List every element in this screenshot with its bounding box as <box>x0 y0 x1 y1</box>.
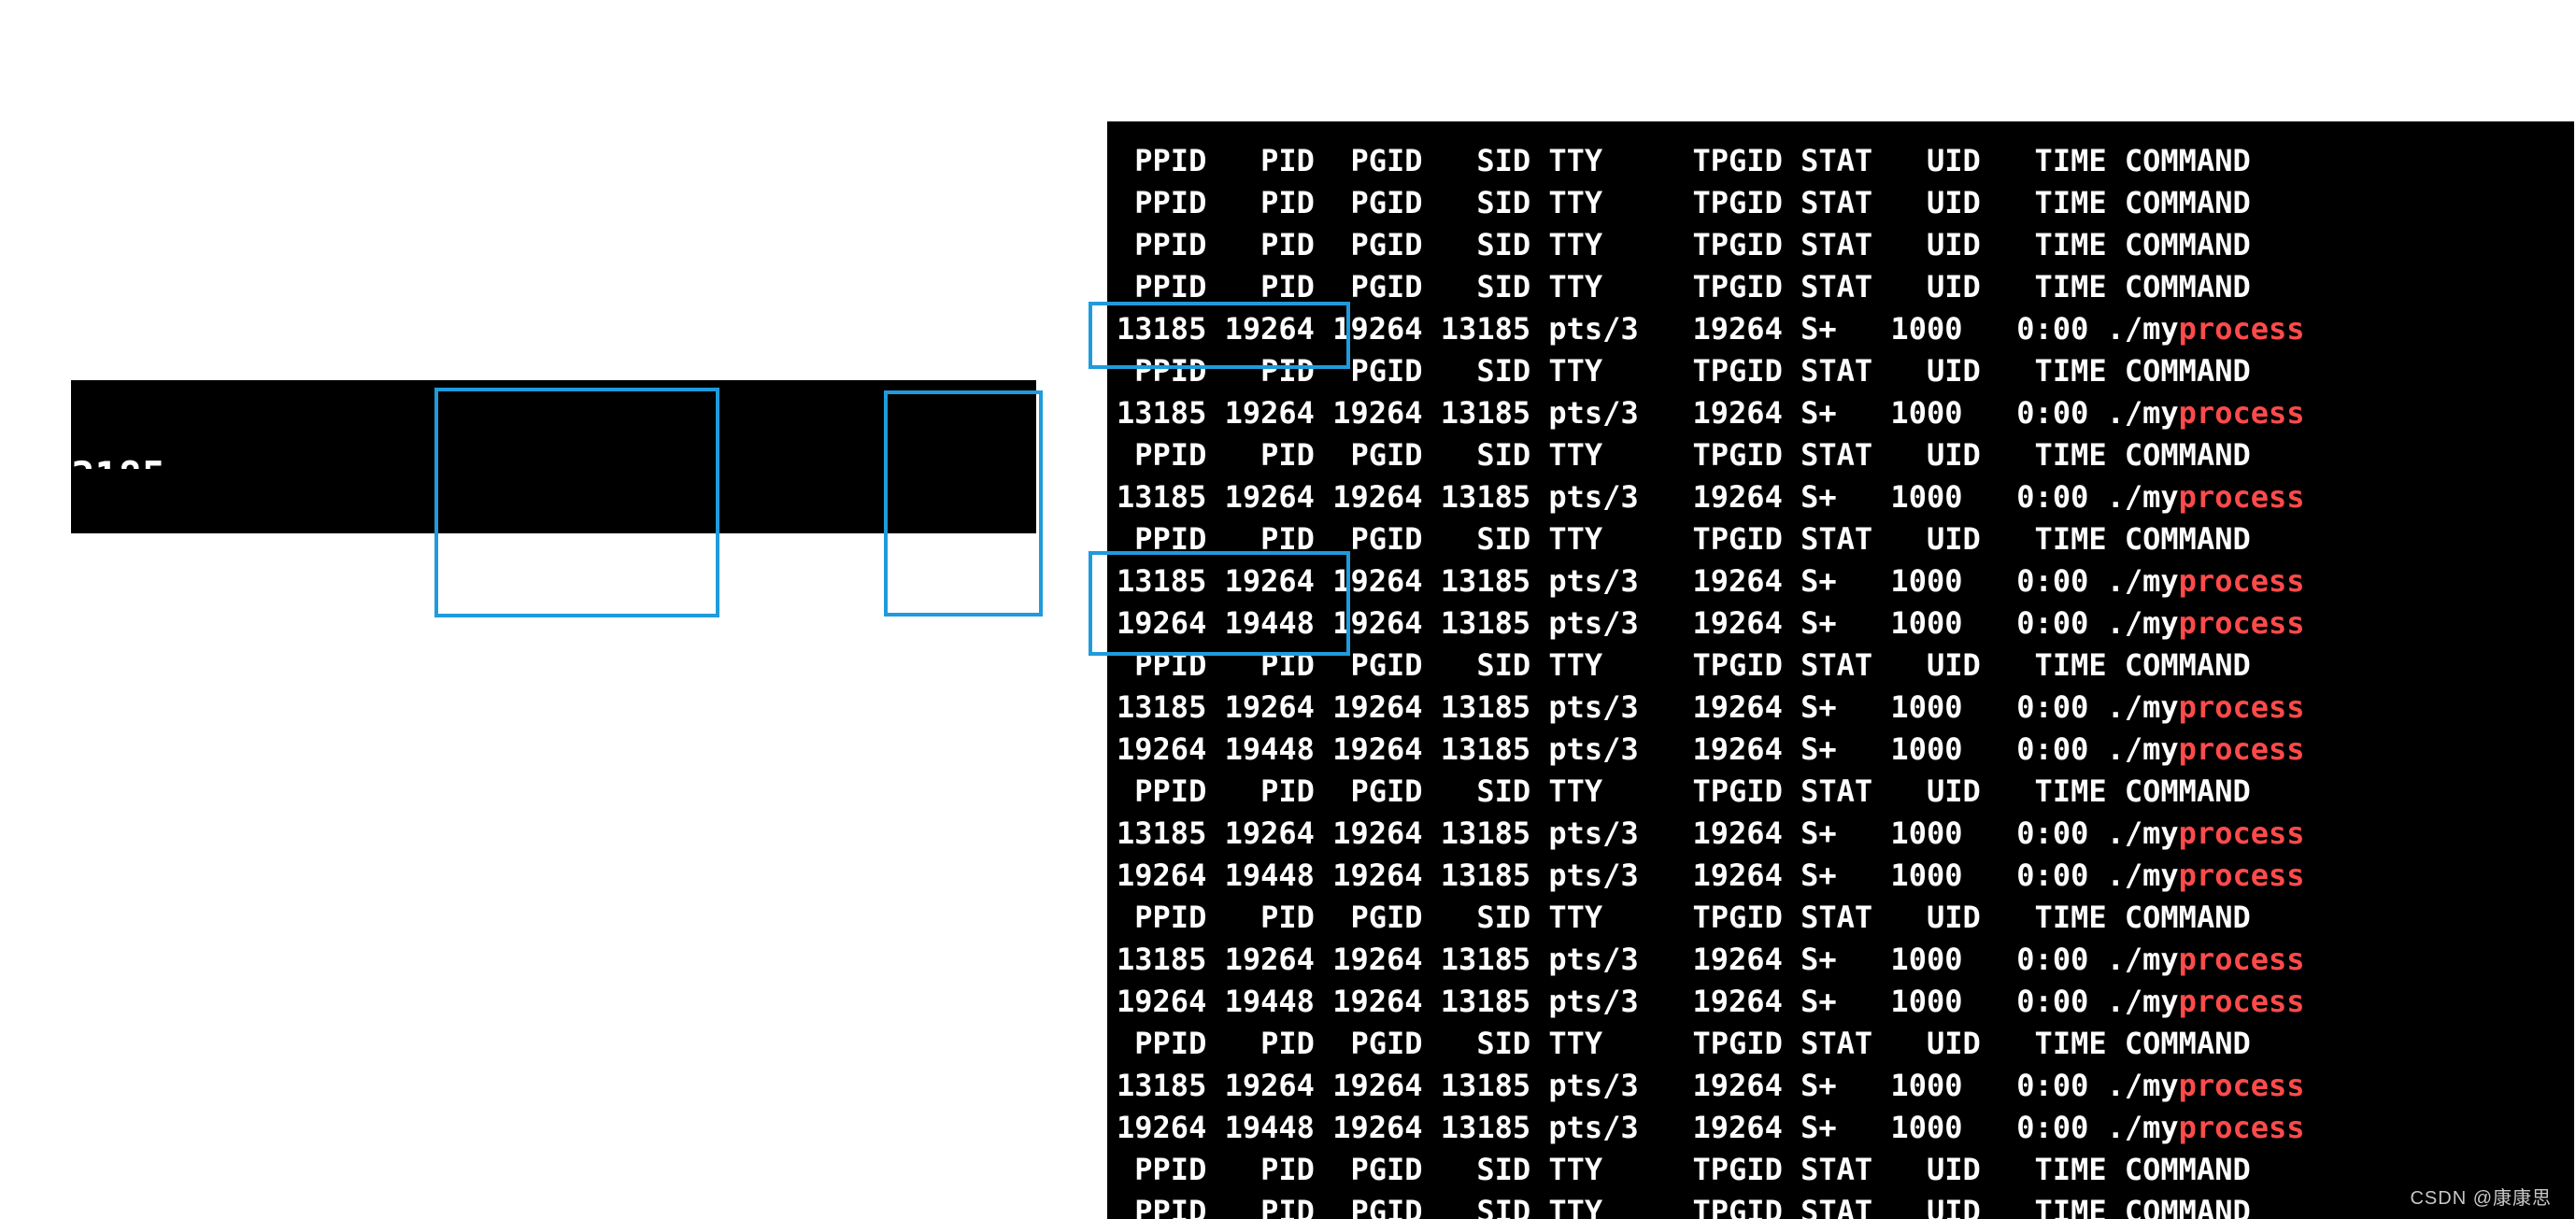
ps-header-row: PPID PID PGID SID TTY TPGID STAT UID TIM… <box>1117 140 2574 182</box>
ps-process-row-parent: 13185 19264 19264 13185 pts/3 19264 S+ 1… <box>1117 687 2574 729</box>
ps-process-row-child: 19264 19448 19264 13185 pts/3 19264 S+ 1… <box>1117 1107 2574 1149</box>
watermark-label: CSDN @康康思 <box>2410 1183 2552 1210</box>
ps-process-row-parent: 13185 19264 19264 13185 pts/3 19264 S+ 1… <box>1117 1065 2574 1107</box>
ps-process-row-child: 19264 19448 19264 13185 pts/3 19264 S+ 1… <box>1117 729 2574 771</box>
highlight-box-right-top <box>1089 302 1350 369</box>
right-terminal: process; sleep 1; done PPID PID PGID SID… <box>1107 121 2574 1219</box>
ps-process-row-child: 19264 19448 19264 13185 pts/3 19264 S+ 1… <box>1117 855 2574 897</box>
ps-header-row: PPID PID PGID SID TTY TPGID STAT UID TIM… <box>1117 434 2574 476</box>
ps-header-row: PPID PID PGID SID TTY TPGID STAT UID TIM… <box>1117 1023 2574 1065</box>
ps-header-row: PPID PID PGID SID TTY TPGID STAT UID TIM… <box>1117 1149 2574 1191</box>
ps-process-row-parent: 13185 19264 19264 13185 pts/3 19264 S+ 1… <box>1117 939 2574 981</box>
ps-header-row: PPID PID PGID SID TTY TPGID STAT UID TIM… <box>1117 897 2574 939</box>
ps-process-row-parent: 13185 19264 19264 13185 pts/3 19264 S+ 1… <box>1117 392 2574 434</box>
ps-process-row-parent: 13185 19264 19264 13185 pts/3 19264 S+ 1… <box>1117 813 2574 855</box>
ps-header-row: PPID PID PGID SID TTY TPGID STAT UID TIM… <box>1117 771 2574 813</box>
ps-header-row: PPID PID PGID SID TTY TPGID STAT UID TIM… <box>1117 224 2574 266</box>
ps-process-row-parent: 13185 19264 19264 13185 pts/3 19264 S+ 1… <box>1117 476 2574 518</box>
ps-process-row-child: 19264 19448 19264 13185 pts/3 19264 S+ 1… <box>1117 981 2574 1023</box>
highlight-box-right-mid <box>1089 551 1350 656</box>
ps-header-row: PPID PID PGID SID TTY TPGID STAT UID TIM… <box>1117 182 2574 224</box>
highlight-box-left-id <box>434 388 719 617</box>
highlight-box-left-parentid <box>884 390 1043 617</box>
ps-header-row: PPID PID PGID SID TTY TPGID STAT UID TIM… <box>1117 1191 2574 1219</box>
